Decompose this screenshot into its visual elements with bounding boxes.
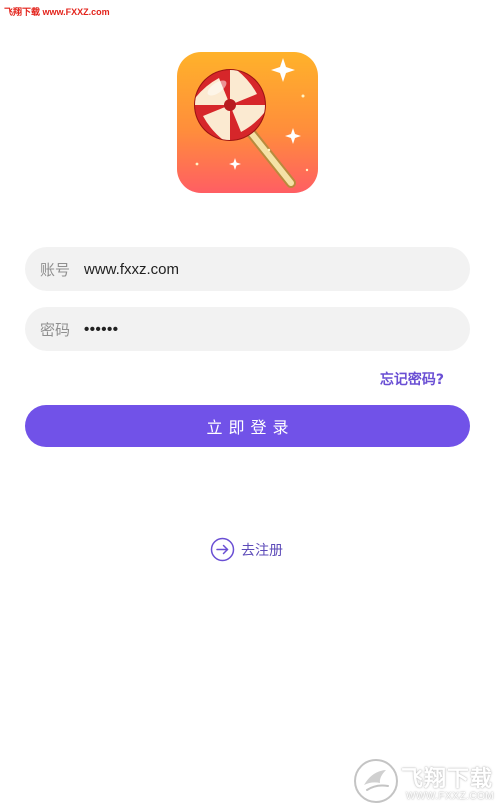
account-field[interactable]: 账号 www.fxxz.com — [25, 247, 470, 291]
watermark-title: 飞翔下载 — [401, 767, 494, 792]
account-label: 账号 — [40, 260, 71, 279]
account-input[interactable]: www.fxxz.com — [84, 261, 179, 278]
password-label: 密码 — [40, 320, 71, 339]
password-input[interactable]: •••••• — [84, 321, 119, 338]
watermark-logo-icon — [354, 759, 398, 803]
arrow-right-circle-icon — [210, 537, 235, 562]
password-field[interactable]: 密码 •••••• — [25, 307, 470, 351]
forgot-password-link[interactable]: 忘记密码? — [380, 369, 444, 389]
watermark-url: WWW.FXXZ.COM — [406, 791, 495, 802]
watermark-bottom-right: 飞翔下载 WWW.FXXZ.COM — [352, 757, 494, 805]
login-button[interactable]: 立即登录 — [25, 405, 470, 447]
watermark-top-left: 飞翔下载 www.FXXZ.com — [4, 7, 110, 17]
register-link[interactable]: 去注册 — [210, 537, 283, 562]
lollipop-icon — [194, 58, 309, 188]
register-label: 去注册 — [241, 542, 283, 559]
app-logo — [177, 52, 318, 193]
